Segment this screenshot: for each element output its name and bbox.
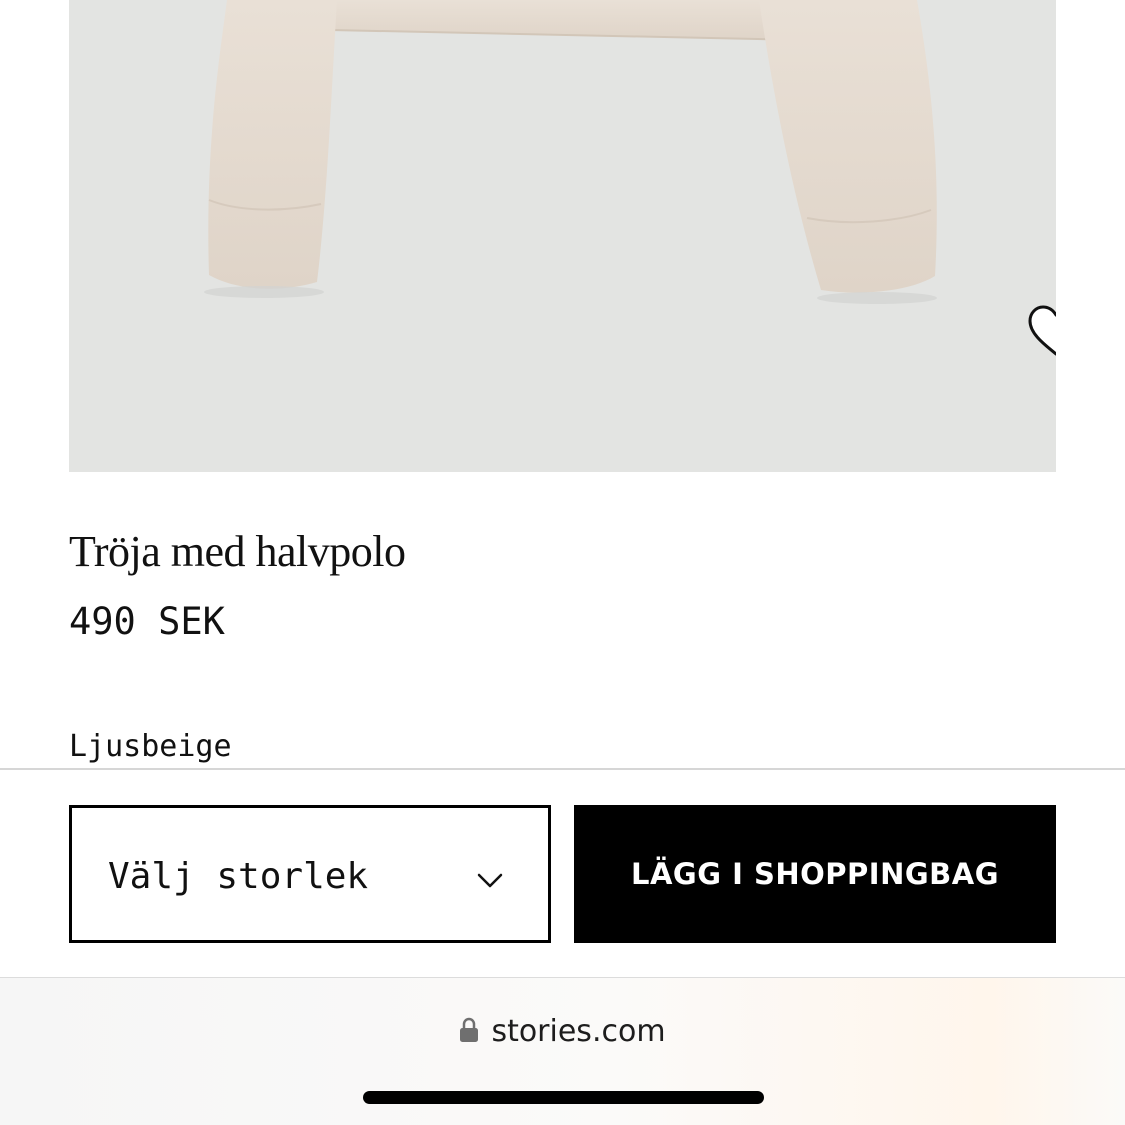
heart-outline-icon (1028, 305, 1056, 356)
product-price: 490 SEK (69, 600, 225, 643)
product-title: Tröja med halvpolo (69, 527, 406, 576)
url-text: stories.com (491, 1014, 666, 1049)
product-image[interactable] (69, 0, 1056, 472)
url-display[interactable]: stories.com (0, 1014, 1125, 1049)
size-select[interactable]: Välj storlek (69, 805, 551, 943)
size-select-label: Välj storlek (108, 856, 369, 897)
home-indicator[interactable] (363, 1091, 764, 1104)
wishlist-button[interactable] (1022, 300, 1056, 362)
add-to-bag-label: LÄGG I SHOPPINGBAG (630, 857, 1000, 891)
chevron-down-icon (477, 873, 503, 888)
add-to-bag-button[interactable]: LÄGG I SHOPPINGBAG (574, 805, 1056, 943)
product-color-name: Ljusbeige (69, 729, 232, 764)
lock-icon (460, 1017, 479, 1042)
sweater-illustration (204, 0, 937, 304)
divider (0, 768, 1125, 770)
